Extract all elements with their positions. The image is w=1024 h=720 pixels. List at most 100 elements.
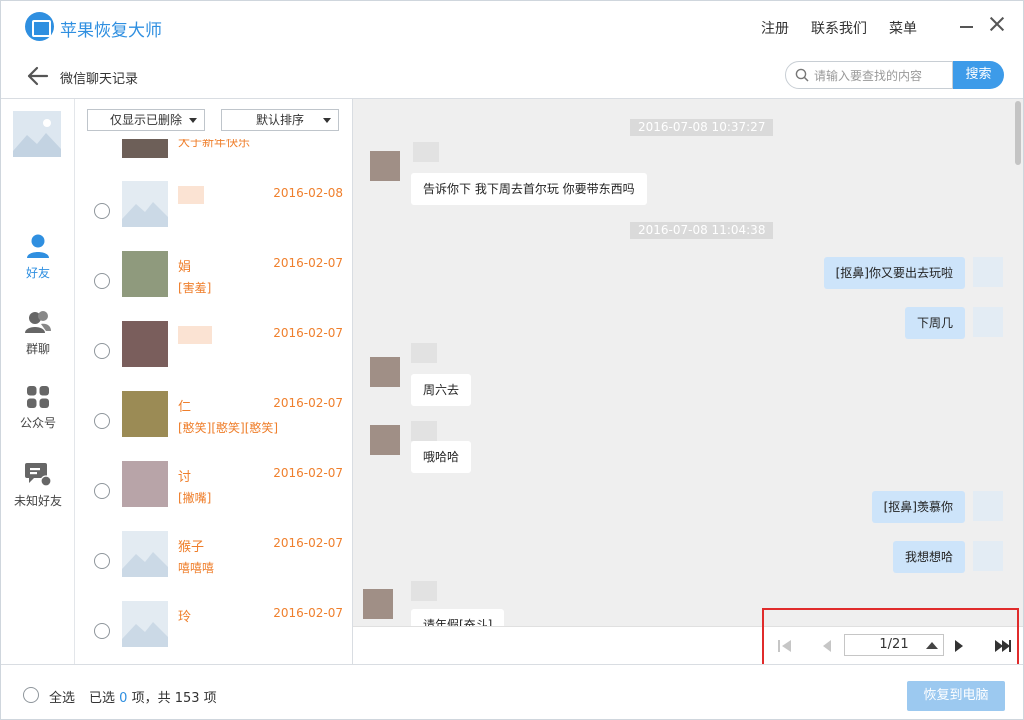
app-title: 苹果恢复大师	[60, 21, 162, 41]
search-input[interactable]	[814, 66, 948, 85]
nav-label-unknown: 未知好友	[13, 494, 62, 508]
list-item[interactable]: 玲 2016-02-07	[75, 601, 352, 664]
avatar	[370, 151, 400, 181]
contact-name: 讨	[178, 470, 192, 485]
list-item[interactable]: 猴子 2016-02-07 嘻嘻嘻	[75, 531, 352, 601]
contact-date: 2016-02-07	[273, 256, 343, 270]
filter-label: 仅显示已删除	[109, 113, 182, 127]
chevron-down-icon	[189, 118, 197, 123]
register-link[interactable]: 注册	[761, 18, 789, 38]
contact-radio[interactable]	[94, 623, 110, 639]
page-title: 微信聊天记录	[60, 72, 139, 87]
chat-question-icon	[25, 463, 51, 487]
list-item[interactable]: 讨 2016-02-07 [撇嘴]	[75, 461, 352, 531]
title-bar: 苹果恢复大师 注册 联系我们 菜单	[1, 1, 1023, 53]
selected-suffix: 项，共 153 项	[131, 691, 217, 706]
chat-timestamp: 2016-07-08 11:04:38	[630, 222, 774, 239]
back-arrow-icon[interactable]	[27, 66, 49, 86]
contact-message: [撇嘴]	[178, 491, 212, 505]
avatar	[122, 531, 168, 577]
chat-message: [抠鼻]羡慕你	[871, 491, 965, 523]
contact-name: 玲	[178, 610, 192, 625]
grid-icon	[27, 386, 49, 408]
image-placeholder-icon	[122, 531, 168, 577]
avatar	[973, 257, 1003, 287]
select-all-radio[interactable]	[23, 687, 39, 703]
account-avatar[interactable]	[13, 111, 61, 157]
chat-scrollbar[interactable]	[1015, 101, 1021, 165]
avatar	[363, 589, 393, 619]
contact-date: 2016-02-07	[273, 536, 343, 550]
close-icon[interactable]	[989, 16, 1005, 32]
minimize-icon[interactable]	[960, 26, 973, 28]
contact-radio[interactable]	[94, 273, 110, 289]
avatar	[122, 251, 168, 297]
contact-date: 2016-02-08	[273, 186, 343, 200]
contact-date: 2016-02-07	[273, 606, 343, 620]
contact-message: [害羞]	[178, 281, 212, 295]
contact-name: 仁	[178, 400, 192, 415]
avatar	[122, 461, 168, 507]
list-item[interactable]: 2016-02-07	[75, 321, 352, 391]
avatar	[122, 601, 168, 647]
contact-radio[interactable]	[94, 413, 110, 429]
avatar	[973, 491, 1003, 521]
contact-radio[interactable]	[94, 343, 110, 359]
sender-name	[411, 343, 437, 363]
contact-radio[interactable]	[94, 483, 110, 499]
app-window: 苹果恢复大师 注册 联系我们 菜单 微信聊天记录 搜索	[0, 0, 1024, 720]
chat-message: 下周几	[904, 307, 965, 339]
nav-item-unknown[interactable]: 未知好友	[1, 461, 75, 509]
avatar	[122, 181, 168, 227]
chat-message: 哦哈哈	[411, 441, 472, 473]
list-item[interactable]: 2016-02-08	[75, 181, 352, 251]
nav-item-friends[interactable]: 好友	[1, 233, 75, 281]
sort-dropdown[interactable]: 默认排序	[221, 109, 339, 131]
nav-item-official[interactable]: 公众号	[1, 385, 75, 431]
app-logo-icon	[25, 12, 54, 41]
list-item[interactable]: 娟 2016-02-07 [害羞]	[75, 251, 352, 321]
image-placeholder-icon	[122, 181, 168, 227]
list-item[interactable]: 大于新年快乐	[75, 139, 352, 182]
search-icon	[795, 68, 809, 82]
page-header: 微信聊天记录 搜索	[1, 53, 1023, 99]
chat-message: 我想想哈	[892, 541, 965, 573]
recover-to-pc-button[interactable]: 恢复到电脑	[907, 681, 1005, 711]
person-icon	[27, 234, 49, 258]
avatar	[122, 139, 168, 158]
contact-radio[interactable]	[94, 553, 110, 569]
selected-count: 0	[119, 691, 128, 706]
chevron-down-icon	[323, 118, 331, 123]
nav-label-official: 公众号	[19, 416, 56, 430]
filter-dropdown[interactable]: 仅显示已删除	[87, 109, 205, 131]
selected-prefix: 已选	[89, 691, 116, 706]
avatar	[973, 541, 1003, 571]
contact-message: 嘻嘻嘻	[178, 561, 215, 575]
nav-item-groups[interactable]: 群聊	[1, 309, 75, 357]
chat-message: 周六去	[411, 374, 472, 406]
contact-us-link[interactable]: 联系我们	[811, 18, 867, 38]
image-placeholder-icon	[122, 601, 168, 647]
sender-name	[411, 581, 437, 601]
contact-radio[interactable]	[94, 203, 110, 219]
list-item[interactable]: 仁 2016-02-07 [憨笑][憨笑][憨笑]	[75, 391, 352, 461]
avatar	[370, 425, 400, 455]
search-button[interactable]: 搜索	[953, 61, 1004, 89]
contact-list: 大于新年快乐 2016-02-08 娟 2016-02-07 [害羞] 2016…	[75, 139, 352, 664]
sender-name	[411, 421, 437, 441]
contact-date: 2016-02-07	[273, 466, 343, 480]
menu-link[interactable]: 菜单	[889, 18, 917, 38]
contact-name	[178, 326, 212, 344]
contact-message: [憨笑][憨笑][憨笑]	[178, 421, 279, 435]
contact-name: 娟	[178, 260, 192, 275]
avatar	[370, 357, 400, 387]
chat-message: 请年假[奋斗]	[411, 609, 505, 626]
group-icon	[25, 311, 51, 333]
nav-label-friends: 好友	[25, 266, 50, 280]
avatar	[973, 307, 1003, 337]
avatar	[122, 321, 168, 367]
top-links: 注册 联系我们 菜单	[761, 18, 917, 38]
sender-name	[413, 142, 439, 162]
bottom-bar: 全选 已选 0 项，共 153 项 恢复到电脑	[1, 664, 1023, 719]
select-all-label[interactable]: 全选	[49, 687, 75, 706]
